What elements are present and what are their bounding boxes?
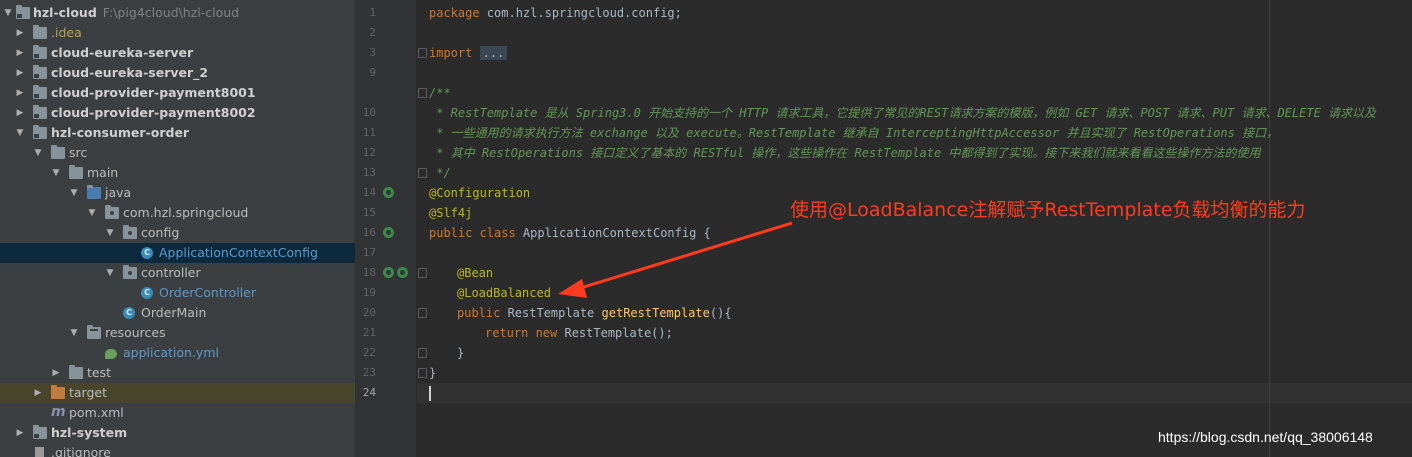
watermark: https://blog.csdn.net/qq_38006148: [1158, 429, 1373, 445]
annotation-arrow: [558, 221, 793, 298]
annotation-text: 使用@LoadBalance注解赋予RestTemplate负载均衡的能力: [790, 199, 1306, 221]
